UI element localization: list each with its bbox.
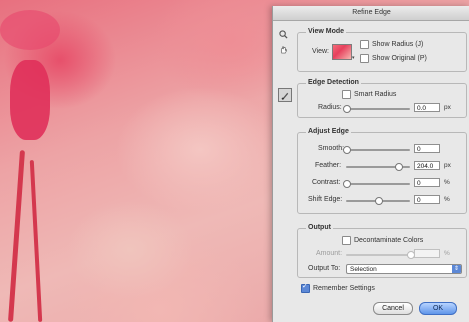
smart-radius-checkbox[interactable] bbox=[342, 90, 351, 99]
view-mode-group: View Mode View: ▾ Show Radius (J) Show O… bbox=[297, 28, 467, 72]
contrast-slider[interactable] bbox=[343, 180, 410, 188]
chevron-updown-icon: ⇕ bbox=[452, 265, 461, 273]
brush-icon[interactable] bbox=[278, 88, 292, 102]
amount-label: Amount: bbox=[316, 250, 343, 257]
refine-edge-dialog: Refine Edge View Mode View: ▾ Show Radiu… bbox=[272, 6, 469, 322]
tool-column bbox=[277, 28, 291, 58]
output-group: Output Decontaminate Colors Amount: % Ou… bbox=[297, 224, 467, 278]
contrast-label: Contrast: bbox=[312, 179, 341, 186]
radius-slider-knob[interactable] bbox=[343, 105, 351, 113]
smooth-label: Smooth: bbox=[318, 145, 345, 152]
view-dropdown-arrow[interactable]: ▾ bbox=[352, 55, 355, 61]
feather-label: Feather: bbox=[315, 162, 342, 169]
contrast-input[interactable]: 0 bbox=[414, 178, 440, 187]
radius-slider[interactable] bbox=[343, 105, 410, 113]
show-radius-checkbox[interactable] bbox=[360, 40, 369, 49]
flower-petal bbox=[0, 10, 60, 50]
amount-input bbox=[414, 249, 440, 258]
decontaminate-row[interactable]: Decontaminate Colors bbox=[342, 236, 423, 245]
contrast-slider-knob[interactable] bbox=[343, 180, 351, 188]
contrast-unit: % bbox=[444, 179, 450, 186]
decontaminate-checkbox[interactable] bbox=[342, 236, 351, 245]
flower-stem bbox=[29, 160, 43, 322]
remember-settings-label: Remember Settings bbox=[313, 285, 375, 292]
smooth-slider[interactable] bbox=[343, 146, 410, 154]
show-radius-label: Show Radius (J) bbox=[372, 41, 424, 48]
smart-radius-row[interactable]: Smart Radius bbox=[342, 90, 396, 99]
decontaminate-label: Decontaminate Colors bbox=[354, 237, 424, 244]
smooth-input[interactable]: 0 bbox=[414, 144, 440, 153]
hand-icon[interactable] bbox=[277, 43, 289, 55]
adjust-edge-group: Adjust Edge Smooth: 0 Feather: 204.0 px … bbox=[297, 128, 467, 214]
show-original-row[interactable]: Show Original (P) bbox=[360, 54, 427, 63]
output-title: Output bbox=[306, 224, 333, 231]
shift-edge-label: Shift Edge: bbox=[308, 196, 343, 203]
smart-radius-label: Smart Radius bbox=[354, 91, 397, 98]
show-original-checkbox[interactable] bbox=[360, 54, 369, 63]
feather-input[interactable]: 204.0 bbox=[414, 161, 440, 170]
show-original-label: Show Original (P) bbox=[372, 55, 427, 62]
radius-label: Radius: bbox=[318, 104, 342, 111]
flower-stem bbox=[8, 150, 25, 322]
output-to-label: Output To: bbox=[308, 265, 341, 272]
feather-slider-knob[interactable] bbox=[395, 163, 404, 171]
view-label: View: bbox=[312, 48, 329, 55]
show-radius-row[interactable]: Show Radius (J) bbox=[360, 40, 423, 49]
output-to-value: Selection bbox=[350, 266, 377, 273]
flower-petal bbox=[10, 60, 50, 140]
amount-slider bbox=[346, 251, 415, 259]
cancel-button[interactable]: Cancel bbox=[373, 302, 413, 315]
radius-input[interactable]: 0.0 bbox=[414, 103, 440, 112]
dialog-title: Refine Edge bbox=[273, 6, 469, 21]
shift-edge-slider-knob[interactable] bbox=[375, 197, 383, 205]
edge-detection-title: Edge Detection bbox=[306, 79, 361, 86]
shift-edge-input[interactable]: 0 bbox=[414, 195, 440, 204]
feather-slider[interactable] bbox=[346, 163, 410, 171]
remember-settings-row[interactable]: Remember Settings bbox=[301, 282, 375, 293]
adjust-edge-title: Adjust Edge bbox=[306, 128, 351, 135]
view-thumbnail[interactable] bbox=[332, 44, 352, 60]
view-mode-title: View Mode bbox=[306, 28, 347, 35]
smooth-slider-knob[interactable] bbox=[343, 146, 351, 154]
shift-edge-slider[interactable] bbox=[346, 197, 410, 205]
magnifier-icon[interactable] bbox=[277, 28, 289, 40]
output-to-select[interactable]: Selection ⇕ bbox=[346, 264, 462, 274]
remember-settings-checkbox[interactable] bbox=[301, 282, 310, 293]
edge-detection-group: Edge Detection Smart Radius Radius: 0.0 … bbox=[297, 79, 467, 118]
feather-unit: px bbox=[444, 162, 451, 169]
shift-edge-unit: % bbox=[444, 196, 450, 203]
ok-button[interactable]: OK bbox=[419, 302, 457, 315]
radius-unit: px bbox=[444, 104, 451, 111]
amount-unit: % bbox=[444, 250, 450, 257]
